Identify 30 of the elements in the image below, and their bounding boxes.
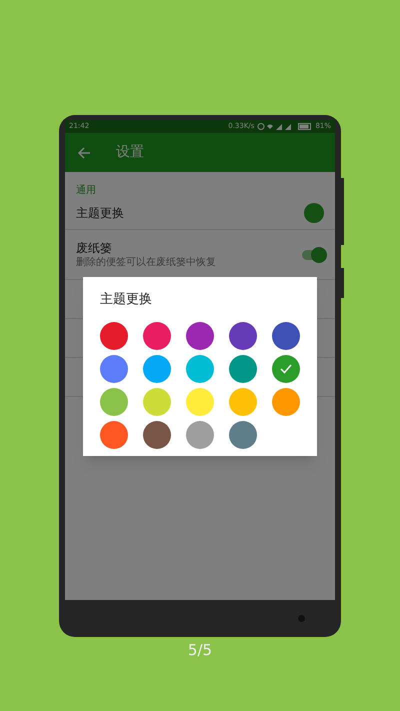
section-header: 通用 — [76, 184, 96, 198]
color-swatch[interactable] — [142, 421, 171, 449]
dialog-title: 主题更换 — [100, 291, 152, 310]
color-swatch[interactable] — [272, 322, 300, 350]
setting-title: 废纸篓 — [76, 240, 113, 256]
color-swatch[interactable] — [142, 322, 171, 350]
color-swatch[interactable] — [100, 322, 128, 350]
color-swatch[interactable] — [272, 388, 300, 416]
color-swatch[interactable] — [186, 388, 214, 416]
color-swatch[interactable] — [186, 421, 214, 449]
battery-icon — [298, 123, 312, 130]
color-swatch[interactable] — [100, 355, 128, 383]
color-swatch[interactable] — [142, 355, 171, 383]
color-swatch[interactable] — [142, 388, 171, 416]
color-swatch[interactable] — [229, 355, 258, 383]
color-swatch[interactable] — [229, 421, 258, 449]
toggle-switch[interactable] — [302, 250, 324, 260]
page-indicator: 5/5 — [188, 640, 212, 661]
color-swatch[interactable] — [186, 355, 214, 383]
check-icon — [280, 364, 292, 374]
color-swatch[interactable] — [100, 388, 128, 416]
setting-title: 主题更换 — [76, 204, 124, 222]
color-swatch[interactable] — [100, 421, 128, 449]
color-swatch[interactable] — [229, 388, 258, 416]
back-arrow-icon[interactable] — [77, 146, 91, 158]
color-swatch[interactable] — [186, 322, 214, 350]
app-bar-title: 设置 — [116, 143, 144, 162]
color-swatch[interactable] — [229, 322, 258, 350]
color-swatch[interactable] — [272, 355, 300, 383]
setting-subtitle: 删除的便签可以在废纸篓中恢复 — [76, 256, 216, 268]
